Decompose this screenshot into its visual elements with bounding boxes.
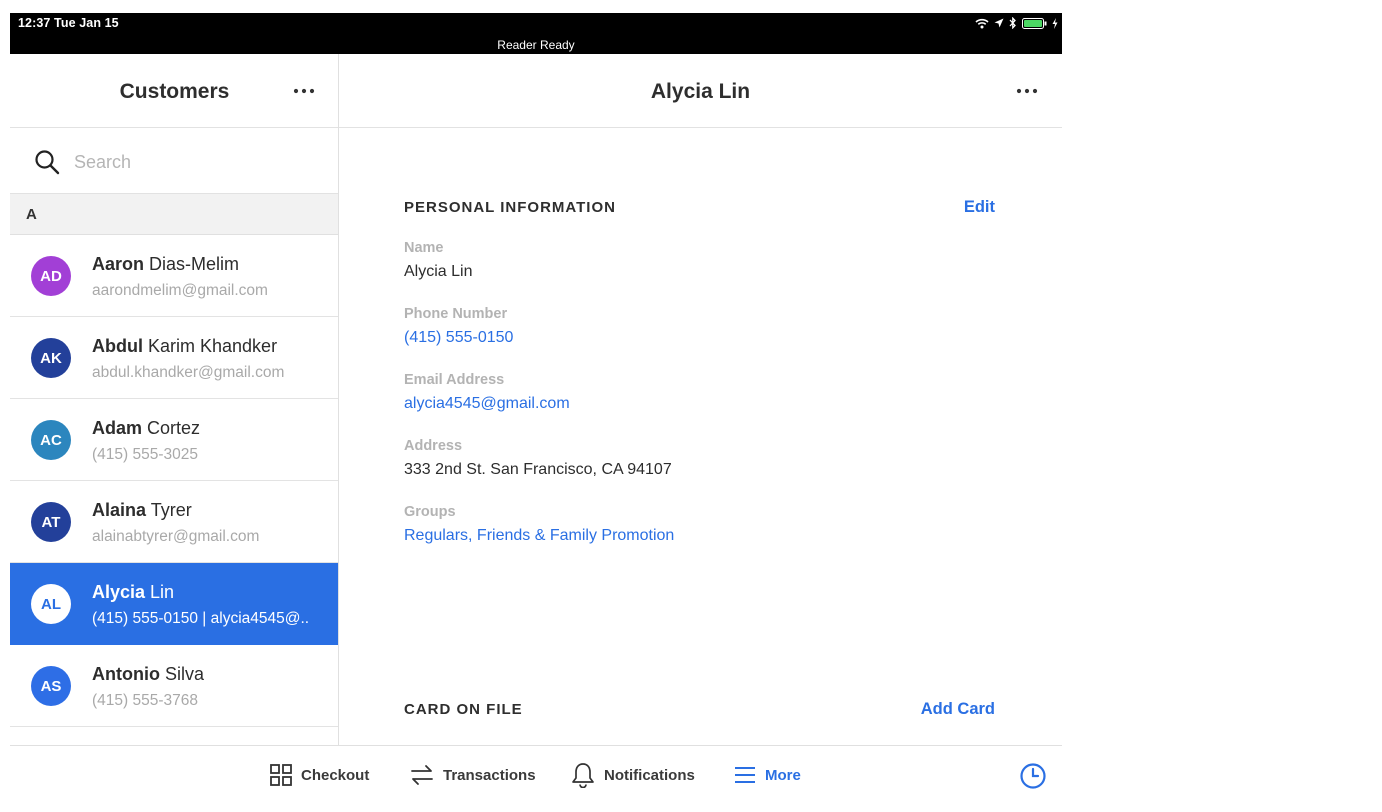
address-label: Address [404,438,463,454]
status-bar: 12:37 Tue Jan 15 Reader Ready [10,13,1062,54]
customer-row[interactable]: AK Abdul Karim Khandker abdul.khandker@g… [10,317,338,399]
customer-row[interactable]: AD Aaron Dias-Melim aarondmelim@gmail.co… [10,235,338,317]
avatar: AL [31,584,71,624]
charging-icon [1052,17,1058,29]
search-icon [35,150,60,175]
customer-contact: (415) 555-3025 [92,446,198,463]
customer-first-name: Alaina [92,500,147,520]
search-bar [10,129,338,194]
email-label: Email Address [404,372,505,388]
customer-contact: alainabtyrer@gmail.com [92,528,260,545]
customer-contact: (415) 555-0150 | alycia4545@.. [92,610,310,627]
card-on-file-heading: CARD ON FILE [404,701,523,718]
customer-detail-title: Alycia Lin [650,80,751,103]
tab-bar: Checkout Transactions Notifications More [10,745,1062,812]
customer-first-name: Alycia [92,582,146,602]
customer-last-name: Silva [159,664,204,684]
customer-name: Alycia Lin [92,582,174,603]
battery-icon [1022,17,1047,29]
customer-detail-header: Alycia Lin [339,54,1062,128]
hamburger-icon [735,767,755,783]
avatar: AC [31,420,71,460]
page-title: Customers [119,80,230,103]
customer-first-name: Abdul [92,336,143,356]
name-value: Alycia Lin [404,263,473,280]
customer-list: AD Aaron Dias-Melim aarondmelim@gmail.co… [10,235,338,727]
customer-name: Antonio Silva [92,664,204,685]
customer-name: Alaina Tyrer [92,500,192,521]
status-icons [975,16,1058,30]
customer-list-header: Customers [10,54,338,128]
avatar: AT [31,502,71,542]
reader-status: Reader Ready [497,38,575,52]
groups-label: Groups [404,504,456,520]
more-options-icon[interactable] [1014,84,1040,98]
customer-first-name: Adam [92,418,143,438]
section-letter: A [26,206,37,223]
customer-last-name: Dias-Melim [144,254,240,274]
ipad-screen: 12:37 Tue Jan 15 Reader Ready Customers … [10,13,1062,812]
customer-row[interactable]: AC Adam Cortez (415) 555-3025 [10,399,338,481]
tab-label: Notifications [604,766,695,784]
customer-row[interactable]: AS Antonio Silva (415) 555-3768 [10,645,338,727]
tab-checkout[interactable]: Checkout [270,761,369,789]
grid-icon [270,764,292,786]
location-arrow-icon [994,18,1004,28]
customer-row-selected[interactable]: AL Alycia Lin (415) 555-0150 | alycia454… [10,563,338,645]
more-options-icon[interactable] [291,84,317,98]
tab-label: Checkout [301,766,370,784]
name-label: Name [404,240,444,256]
swap-arrows-icon [411,765,433,785]
customer-first-name: Antonio [92,664,160,684]
avatar: AS [31,666,71,706]
customer-contact: abdul.khandker@gmail.com [92,364,285,381]
customer-last-name: Karim Khandker [143,336,278,356]
customer-list-pane: Customers A AD Aaron Dias-Melim aarondme… [10,54,339,745]
tab-transactions[interactable]: Transactions [410,761,536,789]
customer-name: Aaron Dias-Melim [92,254,239,275]
customer-name: Abdul Karim Khandker [92,336,277,357]
tab-label: More [765,766,801,784]
address-value: 333 2nd St. San Francisco, CA 94107 [404,461,672,478]
customer-name: Adam Cortez [92,418,200,439]
email-link[interactable]: alycia4545@gmail.com [404,395,570,413]
customer-row[interactable]: AT Alaina Tyrer alainabtyrer@gmail.com [10,481,338,563]
status-time: 12:37 Tue Jan 15 [18,16,119,30]
customer-last-name: Cortez [142,418,201,438]
avatar: AD [31,256,71,296]
clock-icon[interactable] [1019,762,1047,790]
wifi-icon [975,18,989,28]
customer-detail-pane: Alycia Lin PERSONAL INFORMATION Edit Nam… [339,54,1062,745]
phone-label: Phone Number [404,306,508,322]
bell-icon [572,763,594,788]
avatar: AK [31,338,71,378]
customer-contact: (415) 555-3768 [92,692,198,709]
customer-contact: aarondmelim@gmail.com [92,282,268,299]
bluetooth-icon [1009,17,1016,29]
section-header: A [10,194,338,235]
groups-link[interactable]: Regulars, Friends & Family Promotion [404,527,674,545]
customer-first-name: Aaron [92,254,145,274]
personal-information-heading: PERSONAL INFORMATION [404,199,616,216]
phone-link[interactable]: (415) 555-0150 [404,329,513,347]
tab-more[interactable]: More [734,761,801,789]
tab-label: Transactions [443,766,536,784]
customer-last-name: Tyrer [146,500,192,520]
search-input[interactable] [74,147,314,177]
customer-last-name: Lin [145,582,175,602]
edit-button[interactable]: Edit [964,198,995,217]
add-card-button[interactable]: Add Card [921,700,995,719]
tab-notifications[interactable]: Notifications [571,761,695,789]
